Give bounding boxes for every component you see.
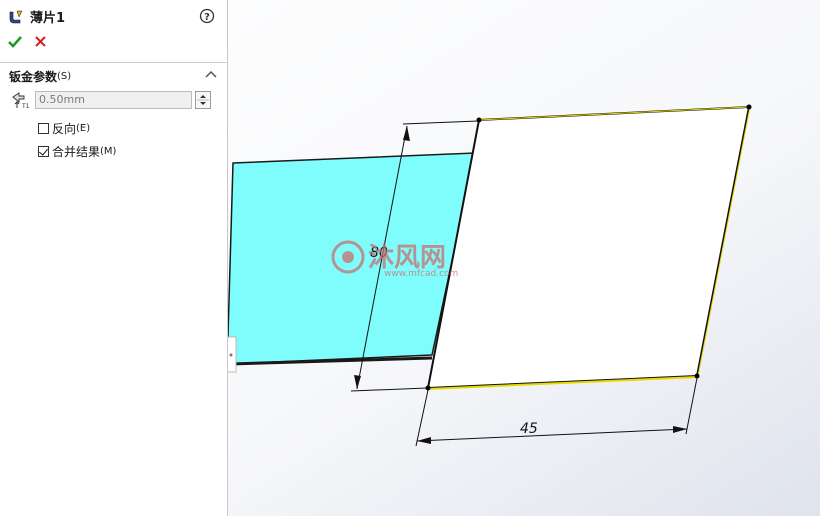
spinner-arrows-icon[interactable] (196, 92, 210, 108)
thickness-input[interactable]: 0.50mm (35, 91, 192, 109)
reverse-checkbox[interactable] (38, 123, 49, 134)
svg-text:?: ? (204, 12, 210, 23)
horizontal-dimension-value[interactable]: 45 (520, 421, 538, 437)
reverse-option[interactable]: 反向 (E) (38, 120, 90, 137)
property-manager-panel: 薄片1 ? 钣金参数 (S) T1 0.50mm 反向 (E) 合并结果 (M) (0, 0, 228, 516)
watermark-url-text: www.mfcad.com (384, 269, 458, 279)
thickness-spinner[interactable] (195, 91, 211, 109)
thickness-icon: T1 (12, 92, 30, 110)
reverse-label: 反向 (52, 122, 77, 136)
merge-result-label: 合并结果 (52, 145, 101, 159)
reverse-shortcut: (E) (76, 123, 91, 134)
panel-title: 薄片1 (30, 11, 66, 26)
help-icon[interactable]: ? (199, 8, 215, 24)
checkmark-icon[interactable] (8, 35, 22, 49)
merge-result-shortcut: (M) (100, 146, 117, 157)
merge-result-option[interactable]: 合并结果 (M) (38, 143, 116, 160)
sketch-point[interactable] (694, 373, 700, 379)
sketch-point[interactable] (476, 117, 482, 123)
section-title: 钣金参数 (9, 70, 58, 84)
sheet-metal-icon (9, 10, 23, 23)
section-header-sheet-metal[interactable]: 钣金参数 (S) (9, 68, 71, 85)
section-shortcut: (S) (57, 71, 72, 82)
handle-dot-icon (229, 353, 233, 357)
sketch-point[interactable] (746, 104, 752, 110)
svg-text:T1: T1 (21, 103, 30, 110)
close-icon[interactable] (34, 35, 47, 48)
merge-result-checkbox[interactable] (38, 146, 49, 157)
tab-sketch-face[interactable] (426, 105, 751, 390)
panel-separator (0, 62, 227, 63)
panel-title-row: 薄片1 (8, 7, 65, 26)
chevron-up-icon[interactable] (205, 69, 217, 79)
